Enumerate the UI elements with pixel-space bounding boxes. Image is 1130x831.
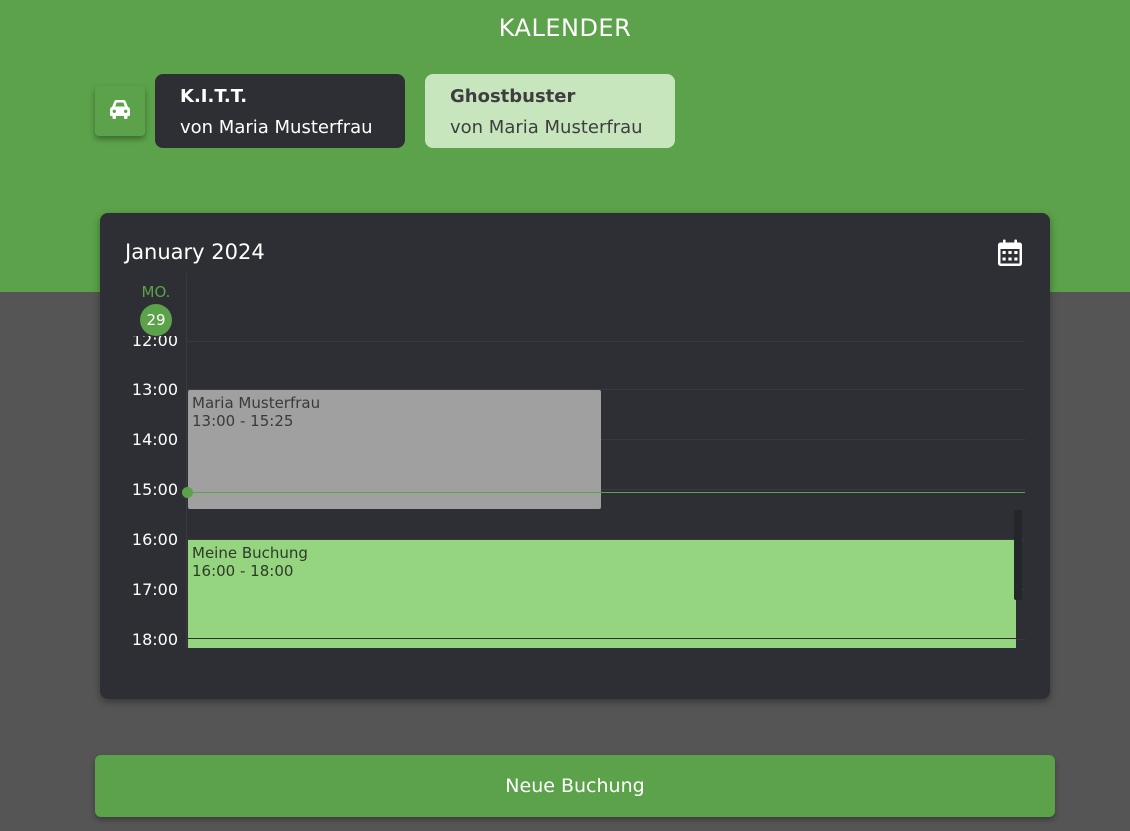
time-label: 17:00 [131, 580, 178, 599]
calendar-card: January 2024 MO. 29 12:00 13:00 14:00 15… [100, 213, 1050, 699]
month-label: January 2024 [125, 240, 265, 264]
page-title: KALENDER [498, 14, 632, 42]
time-label: 12:00 [131, 336, 178, 350]
vehicle-owner: von Maria Musterfrau [450, 117, 643, 138]
time-label: 15:00 [131, 480, 178, 499]
day-name: MO. [141, 283, 171, 301]
hour-line [188, 638, 1016, 639]
vehicle-card-ghostbuster[interactable]: Ghostbuster von Maria Musterfrau [425, 74, 675, 148]
event-time: 13:00 - 15:25 [192, 412, 294, 430]
new-booking-button[interactable]: Neue Buchung [95, 755, 1055, 817]
vehicle-name: K.I.T.T. [180, 86, 248, 107]
vehicle-select-button[interactable] [95, 86, 145, 136]
time-label: 16:00 [131, 530, 178, 549]
vehicle-card-kitt[interactable]: K.I.T.T. von Maria Musterfrau [155, 74, 405, 148]
event-time: 16:00 - 18:00 [192, 562, 294, 580]
vehicle-name: Ghostbuster [450, 86, 576, 107]
time-grid[interactable]: 12:00 13:00 14:00 15:00 16:00 17:00 18:0… [100, 336, 1050, 648]
grid-scrollbar[interactable] [1014, 510, 1022, 600]
event-title: Maria Musterfrau [192, 394, 321, 412]
current-time-dot [182, 487, 193, 498]
current-time-line [188, 492, 1025, 493]
calendar-icon[interactable] [997, 239, 1023, 271]
hour-line [187, 341, 1025, 342]
booking-event-mine[interactable]: Meine Buchung 16:00 - 18:00 [188, 540, 1016, 648]
day-number[interactable]: 29 [140, 304, 172, 336]
event-title: Meine Buchung [192, 544, 308, 562]
time-label: 18:00 [131, 630, 178, 649]
car-icon [108, 98, 132, 124]
time-label: 14:00 [131, 430, 178, 449]
vehicle-owner: von Maria Musterfrau [180, 117, 373, 138]
time-label: 13:00 [131, 380, 178, 399]
